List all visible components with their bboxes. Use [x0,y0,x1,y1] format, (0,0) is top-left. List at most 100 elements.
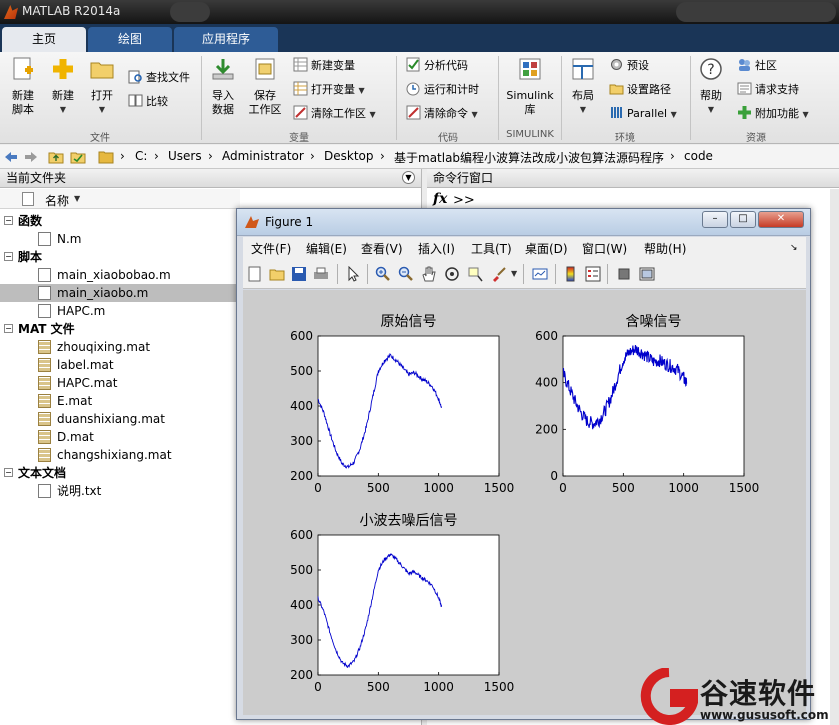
figure-menu-item[interactable]: 插入(I) [418,240,455,257]
figure-menu-item[interactable]: 窗口(W) [582,240,627,257]
file-list-item[interactable]: HAPC.mat [0,374,240,392]
new-variable-button[interactable]: 新建变量 [293,56,355,76]
save-workspace-icon [255,58,275,80]
open-file-icon[interactable] [269,266,285,282]
breadcrumb-item[interactable]: Users [168,149,202,163]
open-button[interactable]: 打开 ▼ [86,56,118,117]
up-folder-icon[interactable] [48,149,64,165]
figure-menu-item[interactable]: 工具(T) [471,240,512,257]
file-list-item[interactable]: N.m [0,230,240,248]
layout-button[interactable]: 布局 ▼ [566,56,600,117]
figure-menu-item[interactable]: 帮助(H) [644,240,686,257]
save-icon[interactable] [291,266,307,282]
breadcrumb-item[interactable]: C: [135,149,147,163]
import-data-button[interactable]: 导入 数据 [206,56,240,117]
file-list-item[interactable]: D.mat [0,428,240,446]
tree-category[interactable]: − 函数 [0,212,240,230]
analyze-code-button[interactable]: 分析代码 [406,56,468,76]
tree-category[interactable]: − 脚本 [0,248,240,266]
file-list-item[interactable]: E.mat [0,392,240,410]
figure-menu-item[interactable]: 文件(F) [251,240,291,257]
set-path-button[interactable]: 设置路径 [609,80,671,100]
add-ons-button[interactable]: 附加功能 ▼ [737,104,809,124]
new-script-button[interactable]: 新建 脚本 [6,56,40,117]
preferences-button[interactable]: 预设 [609,56,649,76]
file-list-item[interactable]: 说明.txt [0,482,240,500]
tab-apps[interactable]: 应用程序 [174,27,278,52]
breadcrumb-item[interactable]: Administrator [222,149,304,163]
axes-title: 含噪信号 [626,314,682,330]
parallel-button[interactable]: Parallel ▼ [609,104,677,124]
zoom-out-icon[interactable] [398,266,414,282]
colorbar-icon[interactable] [563,266,579,282]
panel-menu-icon[interactable]: ▼ [402,171,415,184]
new-figure-icon[interactable] [247,266,263,282]
find-files-button[interactable]: 查找文件 [128,68,190,88]
tree-category[interactable]: − MAT 文件 [0,320,240,338]
simulink-library-button[interactable]: Simulink 库 [504,56,556,117]
pan-hand-icon[interactable] [421,266,437,282]
new-button[interactable]: 新建 ▼ [46,56,80,117]
zoom-in-icon[interactable] [375,266,391,282]
tree-category[interactable]: − 文本文档 [0,464,240,482]
show-plot-tools-icon[interactable] [639,266,655,282]
breadcrumb-item[interactable]: Desktop [324,149,374,163]
file-list-item[interactable]: label.mat [0,356,240,374]
hide-plot-tools-icon[interactable] [616,266,632,282]
breadcrumb-item[interactable]: 基于matlab编程小波算法改成小波包算法源码程序 [394,149,664,166]
data-cursor-icon[interactable] [467,266,483,282]
run-and-time-button[interactable]: 运行和计时 [406,80,479,100]
figure-menu-item[interactable]: 编辑(E) [306,240,347,257]
minimize-button[interactable]: – [702,211,728,228]
chevron-down-icon: ▼ [59,105,67,114]
new-script-label-2: 脚本 [12,103,34,116]
save-workspace-button[interactable]: 保存 工作区 [246,56,284,117]
community-button[interactable]: 社区 [737,56,777,76]
titlebar-decoration [170,2,210,22]
y-tick-label: 600 [535,329,558,343]
tab-home[interactable]: 主页 [2,27,86,52]
compare-button[interactable]: 比较 [128,92,168,112]
file-list-item[interactable]: duanshixiang.mat [0,410,240,428]
menu-overflow-icon[interactable]: ↘ [790,243,798,253]
link-plot-icon[interactable] [532,266,548,282]
collapse-icon[interactable]: − [4,468,13,477]
print-icon[interactable] [313,266,329,282]
community-label: 社区 [755,59,777,72]
maximize-button[interactable]: □ [730,211,756,228]
tab-plots[interactable]: 绘图 [88,27,172,52]
column-header[interactable]: 名称 ▼ [0,189,240,209]
collapse-icon[interactable]: − [4,324,13,333]
figure-menu-item[interactable]: 查看(V) [361,240,403,257]
layout-label: 布局 [572,89,594,102]
layout-icon [572,58,594,80]
collapse-icon[interactable]: − [4,216,13,225]
search-documentation-box[interactable] [676,2,836,22]
open-variable-button[interactable]: 打开变量 ▼ [293,80,365,100]
clear-commands-button[interactable]: 清除命令 ▼ [406,104,478,124]
browse-folder-icon[interactable] [70,149,86,165]
breadcrumb-item[interactable]: code [684,149,713,163]
file-list-item[interactable]: main_xiaobo.m [0,284,240,302]
collapse-icon[interactable]: − [4,252,13,261]
clear-workspace-button[interactable]: 清除工作区 ▼ [293,104,376,124]
file-list-item[interactable]: changshixiang.mat [0,446,240,464]
pointer-icon[interactable] [345,266,361,282]
close-button[interactable]: ✕ [758,211,804,228]
legend-icon[interactable] [585,266,601,282]
forward-arrow-icon[interactable] [24,150,38,164]
scrollbar[interactable] [830,189,839,725]
rotate-3d-icon[interactable] [444,266,460,282]
help-icon: ? [700,58,722,80]
chevron-down-icon[interactable]: ▼ [511,269,517,278]
svg-text:?: ? [707,62,714,78]
figure-menu-item[interactable]: 桌面(D) [525,240,568,257]
fx-icon[interactable]: fx [433,191,447,207]
file-list-item[interactable]: zhouqixing.mat [0,338,240,356]
file-list-item[interactable]: main_xiaobobao.m [0,266,240,284]
request-support-button[interactable]: 请求支持 [737,80,799,100]
file-list-item[interactable]: HAPC.m [0,302,240,320]
help-button[interactable]: ? 帮助 ▼ [696,56,726,117]
back-arrow-icon[interactable] [4,150,18,164]
brush-icon[interactable] [491,266,507,282]
